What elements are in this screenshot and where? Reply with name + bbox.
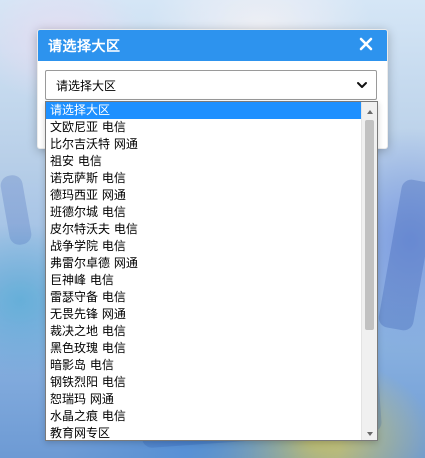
region-option[interactable]: 黑色玫瑰 电信 (46, 340, 361, 357)
dropdown-scrollbar[interactable] (361, 102, 377, 440)
region-option[interactable]: 水晶之痕 电信 (46, 408, 361, 425)
dialog-header: 请选择大区 (38, 30, 387, 61)
region-dropdown[interactable]: 请选择大区 文欧尼亚 电信 比尔吉沃特 网通 祖安 电信 诺克萨斯 电信 德玛西… (45, 101, 378, 441)
region-option[interactable]: 恕瑞玛 网通 (46, 391, 361, 408)
region-option[interactable]: 战争学院 电信 (46, 238, 361, 255)
close-icon (359, 36, 373, 55)
region-option[interactable]: 无畏先锋 网通 (46, 306, 361, 323)
region-option[interactable]: 皮尔特沃夫 电信 (46, 221, 361, 238)
region-select-value: 请选择大区 (56, 78, 117, 93)
chevron-down-icon (356, 79, 368, 91)
close-button[interactable] (357, 37, 375, 55)
region-option[interactable]: 教育网专区 (46, 425, 361, 440)
region-option[interactable]: 裁决之地 电信 (46, 323, 361, 340)
scroll-track[interactable] (362, 118, 377, 424)
region-option[interactable]: 诺克萨斯 电信 (46, 170, 361, 187)
dialog-title: 请选择大区 (48, 38, 121, 55)
region-option[interactable]: 比尔吉沃特 网通 (46, 136, 361, 153)
region-option[interactable]: 弗雷尔卓德 网通 (46, 255, 361, 272)
scroll-up-button[interactable] (362, 102, 377, 120)
region-option[interactable]: 钢铁烈阳 电信 (46, 374, 361, 391)
scroll-up-icon (366, 102, 374, 120)
scroll-down-button[interactable] (362, 423, 377, 441)
region-option[interactable]: 巨神峰 电信 (46, 272, 361, 289)
region-option[interactable]: 请选择大区 (46, 102, 361, 119)
region-option[interactable]: 祖安 电信 (46, 153, 361, 170)
scroll-down-icon (366, 423, 374, 441)
region-option[interactable]: 文欧尼亚 电信 (46, 119, 361, 136)
region-option[interactable]: 班德尔城 电信 (46, 204, 361, 221)
region-options: 请选择大区 文欧尼亚 电信 比尔吉沃特 网通 祖安 电信 诺克萨斯 电信 德玛西… (46, 102, 361, 440)
region-option[interactable]: 德玛西亚 网通 (46, 187, 361, 204)
region-option[interactable]: 暗影岛 电信 (46, 357, 361, 374)
region-option[interactable]: 雷瑟守备 电信 (46, 289, 361, 306)
scroll-thumb[interactable] (365, 120, 374, 330)
region-select[interactable]: 请选择大区 (45, 70, 377, 100)
